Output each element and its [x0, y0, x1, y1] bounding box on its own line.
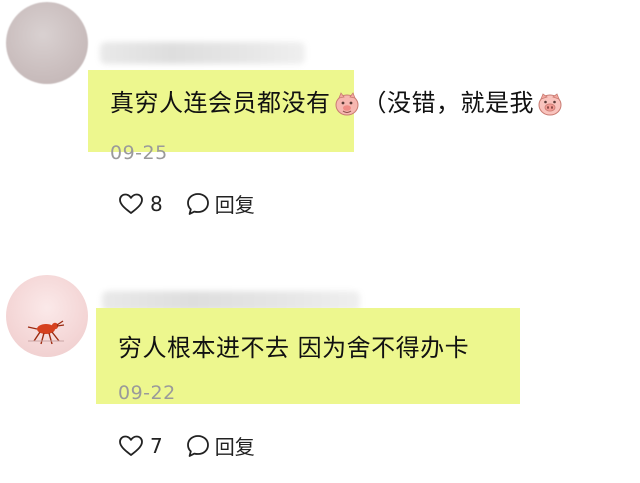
speech-bubble-icon	[186, 192, 209, 215]
bug-icon	[27, 320, 65, 345]
heart-icon	[119, 193, 143, 214]
username-redacted	[100, 42, 305, 64]
heart-icon	[119, 435, 143, 456]
avatar[interactable]	[6, 275, 88, 357]
comment-item: 穷人根本进不去 因为舍不得办卡 09-22 7 回复	[0, 245, 640, 483]
like-count: 7	[150, 433, 163, 458]
reply-button[interactable]: 回复	[185, 431, 255, 460]
smiling-pig-icon	[334, 91, 360, 124]
comment-actions: 7 回复	[118, 431, 255, 460]
comment-body-suffix: （没错，就是我	[362, 89, 534, 117]
comment-item: 真穷人连会员都没有 （没错，就是我 09-25 8 回复	[0, 0, 640, 245]
comment-list: 真穷人连会员都没有 （没错，就是我 09-25 8 回复 穷人根本进不去 因为舍…	[0, 0, 640, 483]
avatar[interactable]	[6, 2, 88, 84]
speech-bubble-icon	[186, 434, 209, 457]
comment-body: 真穷人连会员都没有	[110, 89, 331, 117]
comment-text: 真穷人连会员都没有 （没错，就是我	[110, 88, 566, 124]
like-count: 8	[150, 191, 163, 216]
reply-label: 回复	[214, 193, 255, 217]
comment-date: 09-25	[110, 142, 168, 164]
comment-actions: 8 回复	[118, 189, 255, 218]
comment-date: 09-22	[118, 382, 176, 404]
comment-text: 穷人根本进不去 因为舍不得办卡	[118, 334, 470, 362]
like-button[interactable]: 8	[118, 192, 163, 216]
like-button[interactable]: 7	[118, 434, 163, 458]
reply-button[interactable]: 回复	[185, 189, 255, 218]
reply-label: 回复	[214, 435, 255, 459]
pig-face-icon	[537, 91, 563, 124]
